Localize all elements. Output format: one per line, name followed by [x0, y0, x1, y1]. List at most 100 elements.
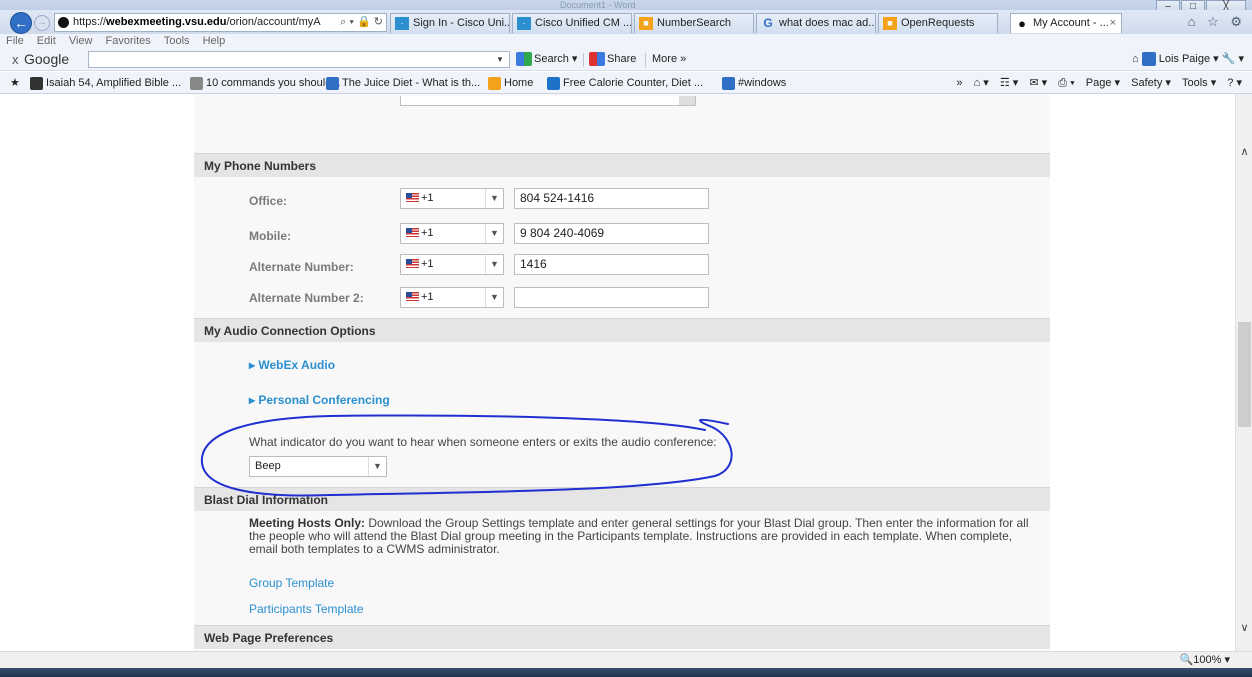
us-flag-icon — [406, 259, 419, 268]
dropdown-arrow-icon: ▼ — [485, 288, 503, 307]
add-favorite-star-icon[interactable]: ★ — [10, 75, 20, 91]
menu-edit[interactable]: Edit — [37, 35, 56, 47]
office-country-select[interactable]: +1 ▼ — [400, 188, 504, 209]
tab-sign-in-cisco[interactable]: ∙ Sign In - Cisco Uni... — [390, 13, 510, 33]
country-code: +1 — [421, 291, 434, 303]
bookmark-icon — [30, 76, 43, 90]
alternate-number-label: Alternate Number: — [249, 260, 354, 274]
back-arrow-icon[interactable]: ← — [10, 12, 32, 34]
avatar — [1141, 52, 1156, 67]
home-favorites-settings-icons[interactable]: ⌂ ☆ ⚙ — [1188, 14, 1246, 30]
ie-page-icon — [326, 76, 339, 90]
page-menu[interactable]: Page ▾ — [1086, 77, 1120, 89]
search-dropdown-icon[interactable]: ▾ — [491, 52, 509, 67]
alternate-2-phone-input[interactable] — [514, 287, 709, 308]
toolbar-divider — [645, 53, 646, 67]
dropdown-arrow-icon: ▼ — [485, 189, 503, 208]
personal-conferencing-link[interactable]: ▸ Personal Conferencing — [249, 393, 390, 407]
window-title-bar: Document1 - Word – □ ╳ — [0, 0, 1252, 14]
menu-help[interactable]: Help — [203, 35, 226, 47]
group-template-link[interactable]: Group Template — [249, 576, 334, 590]
partial-dropdown[interactable] — [400, 96, 696, 106]
menu-bar: File Edit View Favorites Tools Help — [0, 34, 1252, 49]
us-flag-icon — [406, 193, 419, 202]
entry-exit-indicator-select[interactable]: Beep ▼ — [249, 456, 387, 477]
tab-label: My Account - ... — [1033, 17, 1109, 29]
user-name[interactable]: Lois Paige ▾ — [1159, 53, 1219, 65]
search-button-label: Search ▾ — [534, 53, 578, 65]
alternate-phone-input[interactable]: 1416 — [514, 254, 709, 275]
google-search-input[interactable]: ▾ — [88, 51, 510, 68]
url-path: /orion/account/myA — [226, 16, 321, 28]
feeds-icon[interactable]: ☶ ▾ — [1000, 77, 1018, 89]
tab-open-requests[interactable]: ■ OpenRequests — [878, 13, 998, 33]
favorite-label: The Juice Diet - What is th... — [342, 77, 481, 89]
favorite-label: Home — [504, 77, 534, 89]
favorites-overflow-icon[interactable]: » — [956, 77, 962, 89]
favorite-windows[interactable]: #windows — [722, 75, 786, 91]
alternate-country-select[interactable]: +1 ▼ — [400, 254, 504, 275]
favorite-home[interactable]: Home — [488, 75, 533, 91]
tab-spacer — [1000, 13, 1010, 33]
favorite-juice-diet[interactable]: The Juice Diet - What is th... — [326, 75, 480, 91]
window-title: Document1 - Word — [560, 0, 636, 10]
url-prefix: https:// — [73, 16, 107, 28]
google-account[interactable]: ⌂ Lois Paige ▾ 🔧 ▾ — [1132, 51, 1244, 68]
wrench-icon[interactable]: 🔧 ▾ — [1222, 53, 1244, 65]
forward-arrow-icon[interactable]: → — [34, 15, 50, 31]
menu-favorites[interactable]: Favorites — [106, 35, 151, 47]
share-label: Share — [607, 53, 637, 65]
web-page-preferences-header: Web Page Preferences — [194, 625, 1050, 649]
share-button[interactable]: Share — [589, 51, 636, 68]
home-icon[interactable]: ⌂ ▾ — [974, 77, 989, 89]
office-phone-input[interactable]: 804 524-1416 — [514, 188, 709, 209]
address-bar[interactable]: https://webexmeeting.vsu.edu/orion/accou… — [54, 13, 387, 32]
notification-bell-icon[interactable]: ⌂ — [1132, 53, 1139, 65]
toolbar-divider — [583, 53, 584, 67]
share-icon — [589, 52, 605, 67]
country-code: +1 — [421, 227, 434, 239]
blast-dial-body: Download the Group Settings template and… — [249, 516, 1029, 556]
participants-template-link[interactable]: Participants Template — [249, 602, 364, 616]
tab-my-account[interactable]: ● My Account - ... × — [1010, 13, 1122, 33]
safety-menu[interactable]: Safety ▾ — [1131, 77, 1171, 89]
favorite-10-commands[interactable]: 10 commands you should... — [190, 75, 341, 91]
audio-options-header: My Audio Connection Options — [194, 318, 1050, 342]
google-icon: G — [763, 16, 773, 30]
dropdown-arrow-icon: ▼ — [485, 255, 503, 274]
more-button[interactable]: More » — [652, 51, 686, 68]
phone-numbers-header: My Phone Numbers — [194, 153, 1050, 177]
webex-audio-link[interactable]: ▸ WebEx Audio — [249, 358, 335, 372]
tab-label: what does mac ad... — [779, 17, 876, 29]
scroll-down-icon[interactable]: ∨ — [1236, 620, 1252, 637]
alternate-2-country-select[interactable]: +1 ▼ — [400, 287, 504, 308]
search-icon — [516, 52, 532, 67]
google-search-button[interactable]: Search ▾ — [516, 51, 577, 68]
scroll-thumb[interactable] — [1238, 322, 1251, 427]
help-icon[interactable]: ? ▾ — [1227, 77, 1242, 89]
favorites-bar: ★ Isaiah 54, Amplified Bible ... 10 comm… — [0, 72, 1252, 94]
site-icon — [58, 17, 69, 28]
mobile-label: Mobile: — [249, 229, 291, 243]
menu-tools[interactable]: Tools — [164, 35, 190, 47]
close-tab-icon[interactable]: × — [1110, 14, 1116, 33]
zoom-level[interactable]: 🔍100% ▾ — [1180, 653, 1230, 666]
mobile-phone-input[interactable]: 9 804 240-4069 — [514, 223, 709, 244]
menu-view[interactable]: View — [69, 35, 93, 47]
scroll-up-icon[interactable]: ∧ — [1236, 144, 1252, 161]
tab-mac-address-search[interactable]: Gwhat does mac ad... — [756, 13, 876, 33]
mobile-country-select[interactable]: +1 ▼ — [400, 223, 504, 244]
print-icon[interactable]: ⎙ ▾ — [1058, 77, 1074, 89]
favorite-calorie-counter[interactable]: Free Calorie Counter, Diet ... — [547, 75, 703, 91]
tab-number-search[interactable]: ■ NumberSearch — [634, 13, 754, 33]
address-bar-controls[interactable]: ⌕ ▾ 🔒 ↻ — [337, 14, 383, 31]
alternate-number-2-label: Alternate Number 2: — [249, 291, 364, 305]
favorite-isaiah[interactable]: Isaiah 54, Amplified Bible ... — [30, 75, 181, 91]
vertical-scrollbar[interactable]: ∧ ∨ — [1235, 94, 1252, 651]
close-toolbar-icon[interactable]: x — [12, 52, 19, 67]
tools-menu[interactable]: Tools ▾ — [1182, 77, 1216, 89]
tab-cisco-unified-cm[interactable]: ∙ Cisco Unified CM ... — [512, 13, 632, 33]
us-flag-icon — [406, 228, 419, 237]
mail-icon[interactable]: ✉ ▾ — [1029, 77, 1047, 89]
menu-file[interactable]: File — [6, 35, 24, 47]
